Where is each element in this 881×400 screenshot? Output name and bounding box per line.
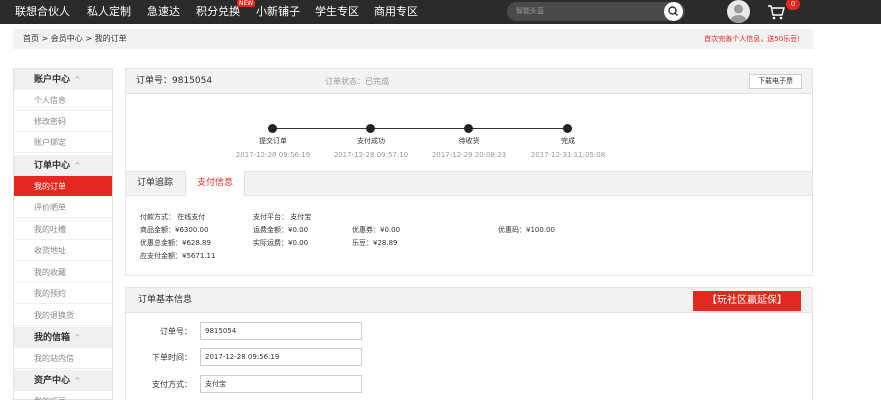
shipping-amount: 运费金额：¥0.00 (253, 226, 309, 234)
timeline-label: 完成 (561, 137, 575, 145)
cart-icon (768, 5, 785, 20)
field-label-order-time: 下单时间： (152, 353, 192, 362)
timeline-dot (563, 124, 572, 133)
basic-info-header: 订单基本信息 【玩社区赢延保】 (126, 288, 812, 313)
timeline-dot (268, 124, 277, 133)
sidebar-head-assets[interactable]: 资产中心 ^ (14, 370, 112, 391)
field-label-order-no: 订单号： (160, 327, 192, 336)
basic-info-title: 订单基本信息 (138, 295, 193, 305)
coupon-amount: 优惠券：¥0.00 (352, 226, 401, 234)
sidebar-item-reservations[interactable]: 我的预约 (14, 283, 112, 304)
sidebar-item-label: 我的信箱 (34, 333, 71, 343)
new-badge: NEW (237, 0, 256, 7)
tab-order-tracking[interactable]: 订单追踪 (126, 171, 184, 197)
sidebar-item-address[interactable]: 收货地址 (14, 240, 112, 261)
nav-item-business[interactable]: 商用专区 (374, 0, 418, 24)
timeline-line (272, 128, 568, 129)
order-status: 订单状态：已完成 (325, 77, 389, 86)
nav-item-student[interactable]: 学生专区 (315, 0, 359, 24)
search-button[interactable] (664, 2, 683, 21)
chevron-up-icon: ^ (74, 376, 81, 385)
timeline-label: 支付成功 (357, 137, 385, 145)
nav-item-points[interactable]: 积分兑换 (196, 0, 240, 24)
sidebar-item-profile[interactable]: 个人信息 (14, 90, 112, 111)
order-time-field[interactable]: 2017-12-28 09:56:19 (200, 348, 362, 366)
avatar[interactable] (727, 0, 750, 23)
warranty-promo-badge[interactable]: 【玩社区赢延保】 (693, 291, 801, 311)
nav-item-shop[interactable]: 小新铺子 (256, 0, 300, 24)
sidebar-item-binding[interactable]: 账户绑定 (14, 132, 112, 153)
sidebar-head-orders[interactable]: 订单中心 ^ (14, 155, 112, 176)
user-icon (730, 4, 747, 23)
sidebar-item-returns[interactable]: 我的退换货 (14, 305, 112, 326)
timeline-label: 提交订单 (259, 137, 287, 145)
payment-method-field[interactable]: 支付宝 (200, 375, 362, 393)
sidebar-item-messages[interactable]: 我的站内信 (14, 348, 112, 369)
sidebar-item-my-orders[interactable]: 我的订单 (14, 176, 112, 197)
search-placeholder: 智能头盔 (516, 7, 544, 15)
timeline-time: 2017-12-31 11:05:08 (530, 151, 606, 159)
sidebar-item-label: 订单中心 (34, 161, 71, 171)
top-nav: 联想合伙人 私人定制 急速达 积分兑换 NEW 小新铺子 学生专区 商用专区 智… (0, 0, 881, 24)
promo-code-amount: 优惠码：¥100.00 (498, 226, 555, 234)
nav-item-partner[interactable]: 联想合伙人 (15, 0, 70, 24)
timeline-time: 2017-12-28 09:57:10 (333, 151, 409, 159)
sidebar-item-label: 账户中心 (34, 75, 71, 85)
sidebar-head-mailbox[interactable]: 我的信箱 ^ (14, 327, 112, 348)
search-icon (668, 6, 678, 16)
order-number: 订单号：9815054 (136, 76, 213, 86)
search-input[interactable]: 智能头盔 (507, 2, 685, 21)
breadcrumb-bar: 首页 > 会员中心 > 我的订单 首次完善个人信息，送50乐豆! (13, 29, 813, 49)
payment-method: 付款方式： 在线支付 (140, 213, 206, 221)
sidebar-item-reviews[interactable]: 评价晒单 (14, 197, 112, 218)
field-label-pay-method: 支付方式： (152, 380, 192, 389)
order-tabs: 订单追踪 支付信息 (126, 171, 812, 197)
payment-platform: 支付平台： 支付宝 (253, 213, 312, 221)
cart-button[interactable] (767, 3, 785, 21)
order-header: 订单号：9815054 订单状态：已完成 下载电子票 (126, 69, 812, 94)
payable-amount: 应支付金额：¥5671.11 (140, 252, 216, 260)
sidebar-item-favorites[interactable]: 我的收藏 (14, 262, 112, 283)
basic-info-panel: 订单基本信息 【玩社区赢延保】 订单号： 9815054 下单时间： 2017-… (125, 287, 813, 400)
nav-item-express[interactable]: 急速达 (147, 0, 180, 24)
timeline-time: 2017-12-28 09:56:19 (235, 151, 311, 159)
breadcrumb[interactable]: 首页 > 会员中心 > 我的订单 (23, 29, 127, 49)
sidebar: 账户中心 ^ 个人信息 修改密码 账户绑定 订单中心 ^ 我的订单 评价晒单 我的吐… (13, 68, 113, 400)
sidebar-head-account[interactable]: 账户中心 ^ (14, 69, 112, 90)
timeline-dot (464, 124, 473, 133)
order-panel: 订单号：9815054 订单状态：已完成 下载电子票 提交订单 支付成功 待收货… (125, 68, 813, 276)
discount-total: 优惠总金额：¥628.89 (140, 239, 211, 247)
timeline-label: 待收货 (458, 137, 480, 145)
tab-payment-info[interactable]: 支付信息 (185, 171, 245, 197)
order-number-field[interactable]: 9815054 (200, 322, 362, 340)
actual-shipping: 实际运费：¥0.00 (253, 239, 309, 247)
sidebar-item-label: 资产中心 (34, 376, 71, 386)
download-invoice-button[interactable]: 下载电子票 (749, 74, 802, 89)
chevron-up-icon: ^ (74, 161, 81, 170)
chevron-up-icon: ^ (74, 333, 81, 342)
goods-amount: 商品金额：¥6300.00 (140, 226, 209, 234)
sidebar-item-password[interactable]: 修改密码 (14, 111, 112, 132)
sidebar-item-complaints[interactable]: 我的吐槽 (14, 219, 112, 240)
cart-count-badge: 0 (786, 0, 800, 10)
chevron-up-icon: ^ (74, 75, 81, 84)
sidebar-item-ledou[interactable]: 我的乐豆 (14, 391, 112, 400)
promo-link[interactable]: 首次完善个人信息，送50乐豆! (704, 29, 800, 49)
timeline-time: 2017-12-29 20:08:23 (431, 151, 507, 159)
ledou-amount: 乐豆：¥28.89 (352, 239, 398, 247)
nav-item-custom[interactable]: 私人定制 (87, 0, 131, 24)
timeline-dot (366, 124, 375, 133)
